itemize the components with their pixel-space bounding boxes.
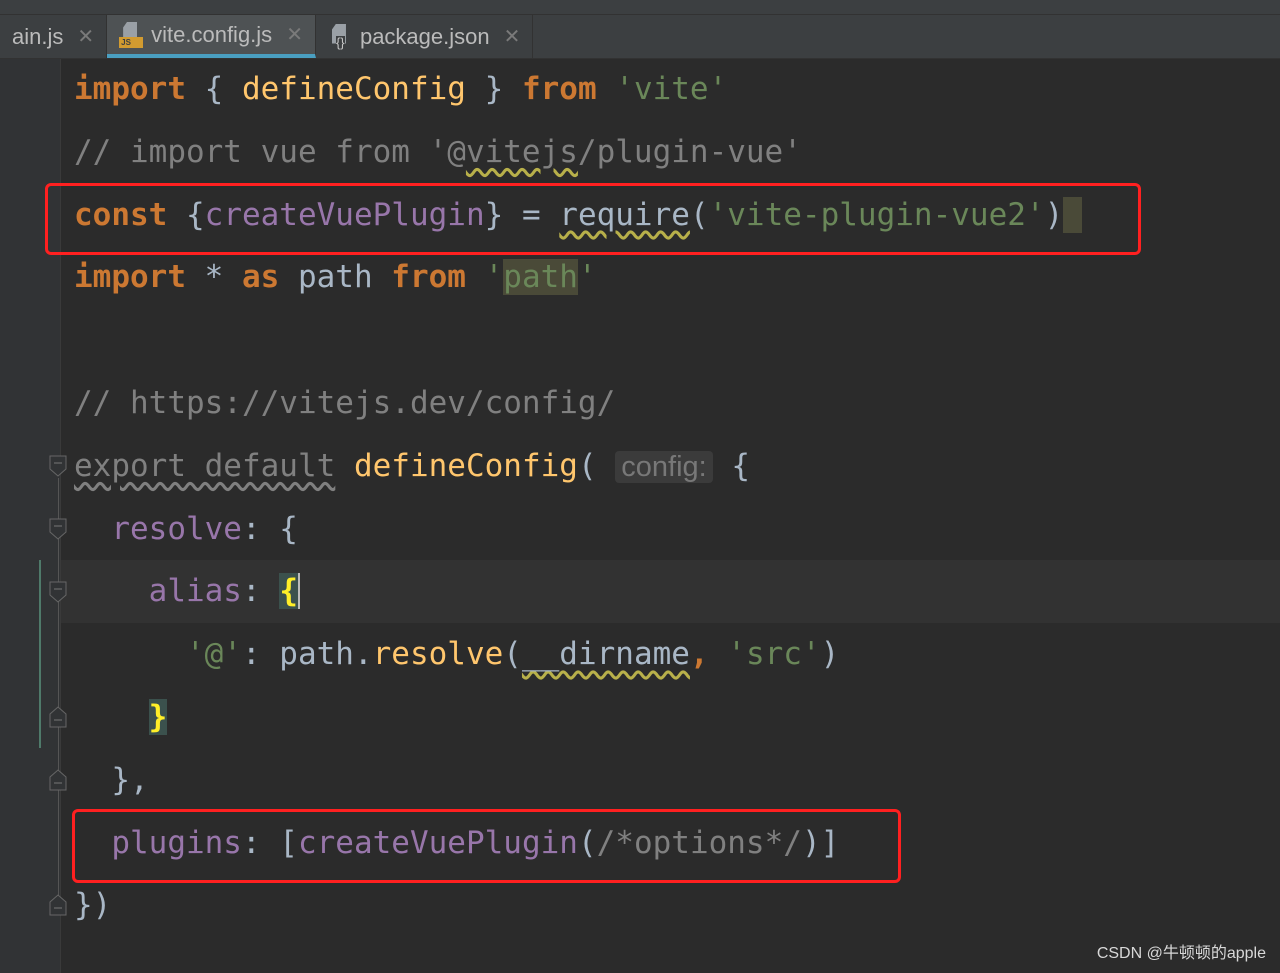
js-file-icon: JS (119, 21, 144, 48)
fold-collapse-icon[interactable] (49, 518, 67, 540)
fold-collapse-icon[interactable] (49, 455, 67, 477)
tab-label: package.json (359, 23, 490, 49)
annotation-box-require (45, 183, 1141, 255)
close-icon[interactable]: ✕ (77, 24, 94, 49)
code-token: import (74, 71, 186, 107)
code-line[interactable]: alias: { (74, 560, 1082, 623)
code-token: path (503, 259, 578, 296)
code-line[interactable] (74, 309, 1082, 372)
tab-package-json[interactable]: {} package.json ✕ (316, 15, 534, 58)
code-token: { (712, 447, 751, 484)
code-line[interactable]: export default defineConfig( config: { (74, 435, 1082, 498)
code-line[interactable]: // import vue from '@vitejs/plugin-vue' (74, 121, 1082, 184)
code-token: '@' (185, 636, 242, 673)
close-icon[interactable]: ✕ (504, 24, 521, 49)
code-token: as (241, 259, 280, 296)
code-line[interactable]: import { defineConfig } from 'vite' (74, 58, 1082, 121)
code-token: }) (74, 887, 112, 924)
code-token: path (279, 259, 392, 296)
code-token: 'src' (727, 636, 821, 673)
code-token: resolve (111, 510, 242, 547)
fold-end-icon[interactable] (49, 894, 67, 916)
tab-label: ain.js (12, 23, 64, 49)
tab-main-js[interactable]: ain.js ✕ (0, 15, 108, 58)
code-token: defineConfig (241, 71, 466, 107)
code-line[interactable]: } (74, 686, 1082, 749)
window-top-strip (0, 0, 1280, 15)
fold-end-icon[interactable] (49, 706, 67, 728)
code-line[interactable]: import * as path from 'path' (74, 246, 1082, 309)
code-token: ' (577, 259, 597, 296)
code-token: , (689, 636, 728, 673)
code-token: : { (241, 510, 298, 547)
code-token: defineConfig (353, 447, 578, 484)
code-token: 'vite' (615, 71, 728, 107)
code-token: import (74, 259, 186, 296)
code-token: } (148, 698, 168, 735)
editor-tab-bar: ain.js ✕ JS vite.config.js ✕ {} package.… (0, 15, 1280, 59)
code-line[interactable]: // https://vitejs.dev/config/ (74, 372, 1082, 435)
fold-guide (58, 478, 59, 908)
code-token: export default (74, 447, 336, 484)
code-token: ) (820, 636, 840, 673)
code-token: { (279, 573, 300, 610)
json-file-icon: {} (328, 23, 352, 50)
code-token: /plugin-vue' (577, 133, 802, 170)
code-line[interactable]: }) (74, 874, 1082, 937)
code-token: // https://vitejs.dev/config/ (74, 384, 616, 421)
code-token: ' (484, 259, 504, 296)
code-token: : (241, 573, 280, 610)
code-token: from (391, 259, 466, 296)
code-line[interactable]: '@': path.resolve(__dirname, 'src') (74, 623, 1082, 686)
code-line[interactable]: resolve: { (74, 498, 1082, 561)
fold-end-icon[interactable] (49, 769, 67, 791)
code-token: config: (615, 450, 713, 483)
watermark: CSDN @牛顿顿的apple (1096, 945, 1266, 962)
code-token: }, (74, 761, 149, 798)
code-token: alias (148, 573, 242, 610)
tab-vite-config-js[interactable]: JS vite.config.js ✕ (107, 15, 316, 58)
code-token: __dirname (521, 636, 690, 673)
fold-collapse-icon[interactable] (49, 581, 67, 603)
code-token: // import vue from '@ (74, 133, 466, 170)
code-token: vitejs (465, 133, 578, 170)
code-token: : path. (241, 636, 373, 673)
annotation-box-plugins (72, 809, 901, 883)
code-token: ( (503, 636, 522, 673)
code-token: resolve (372, 636, 504, 673)
close-icon[interactable]: ✕ (286, 22, 303, 47)
code-token: } (465, 71, 522, 107)
code-token: * (185, 259, 242, 296)
tab-label: vite.config.js (151, 21, 273, 47)
change-marker (39, 560, 41, 748)
code-token: { (185, 71, 242, 107)
code-line[interactable]: }, (74, 749, 1082, 812)
code-token: from (521, 71, 597, 107)
code-token: ( (577, 447, 616, 484)
